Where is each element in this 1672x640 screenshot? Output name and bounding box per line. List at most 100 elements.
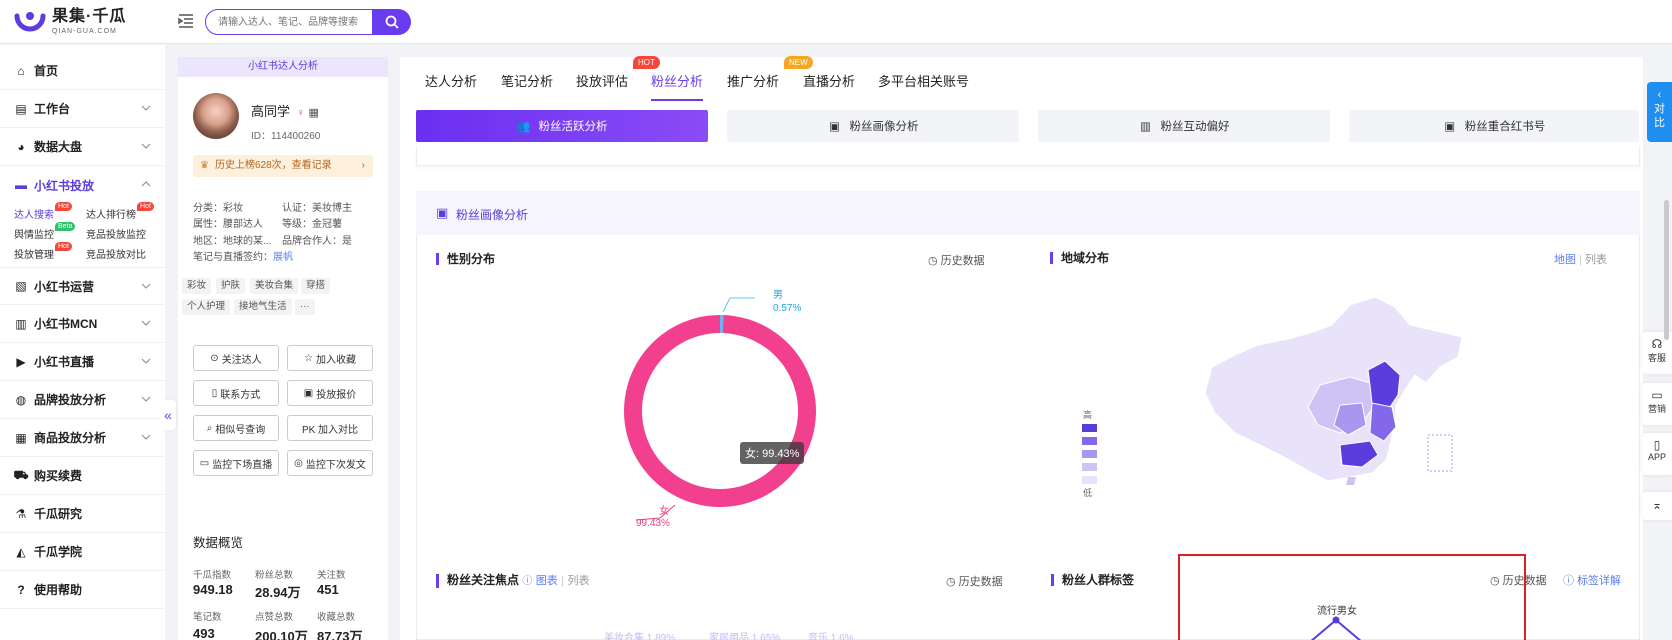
brand-name: 果集·千瓜: [52, 8, 127, 25]
follow-button[interactable]: ⊙ 关注达人: [193, 345, 279, 371]
sidebar-item-academy[interactable]: ◭ 千瓜学院: [0, 533, 165, 571]
female-slice[interactable]: [624, 315, 816, 507]
tab-fans[interactable]: 粉丝分析: [651, 71, 703, 90]
sidebar-item-research[interactable]: ⚗ 千瓜研究: [0, 495, 165, 533]
region-legend: [1082, 424, 1097, 484]
gender-history-link[interactable]: ◷ 历史数据: [928, 252, 985, 268]
tab-notes[interactable]: 笔记分析: [501, 71, 553, 90]
chevron-down-icon: [141, 396, 151, 402]
field-brand-partner: 品牌合作人：是: [282, 236, 352, 247]
menu-toggle-icon[interactable]: [178, 13, 194, 29]
info-icon[interactable]: ⓘ: [522, 576, 532, 587]
favorite-button[interactable]: ☆ 加入收藏: [287, 345, 373, 371]
hot-badge: HOT: [633, 56, 660, 69]
male-value: 0.57%: [773, 303, 801, 314]
eye-icon: ⊙: [210, 352, 219, 364]
quote-button[interactable]: ▣ 投放报价: [287, 380, 373, 406]
subitem-sentiment[interactable]: 舆情监控Beta: [14, 222, 76, 241]
monitor-post-button[interactable]: ◎ 监控下次发文: [287, 450, 373, 476]
list-view-link[interactable]: 列表: [568, 575, 590, 587]
cap-icon: ◭: [16, 544, 26, 559]
highlight-box: [1178, 554, 1526, 640]
tag[interactable]: 美妆合集: [250, 278, 299, 294]
subtab-fan-interaction[interactable]: ▥ 粉丝互动偏好: [1038, 110, 1330, 142]
sidebar-collapse-button[interactable]: «: [160, 400, 176, 430]
similar-search-button[interactable]: ⌕ 相似号查询: [193, 415, 279, 441]
tag[interactable]: 护肤: [216, 278, 246, 294]
subitem-ad-manage[interactable]: 投放管理Hot: [14, 242, 72, 261]
search-input[interactable]: [205, 9, 373, 35]
tag[interactable]: 个人护理: [182, 299, 231, 315]
sidebar-item-xhs-ads[interactable]: ▬ 小红书投放: [0, 166, 165, 204]
subtab-fan-portrait[interactable]: ▣ 粉丝画像分析: [727, 110, 1019, 142]
sidebar-item-purchase[interactable]: ⛟ 购买续费: [0, 457, 165, 495]
search-icon: [385, 15, 399, 29]
sidebar-item-data[interactable]: ◕ 数据大盘: [0, 128, 165, 166]
map-view-link[interactable]: 地图: [1554, 254, 1576, 266]
legend-swatch: [1082, 437, 1097, 445]
male-label: 男: [773, 289, 783, 301]
gender-donut-chart: 男 0.57% 女 99.43% 女: 99.43%: [624, 289, 816, 529]
subitem-competitor-compare[interactable]: 竞品投放对比: [86, 246, 146, 261]
history-rank-link[interactable]: ♛ 历史上榜628次，查看记录 ›: [193, 155, 373, 177]
subitem-influencer-search[interactable]: 达人搜索Hot: [14, 202, 72, 221]
crowd-title: 粉丝人群标签: [1051, 574, 1134, 586]
app-button[interactable]: ▯ APP: [1642, 433, 1672, 475]
contact-button[interactable]: ▯ 联系方式: [193, 380, 279, 406]
pk-compare-button[interactable]: PK 加入对比: [287, 415, 373, 441]
tooltip-text: 女: 99.43%: [745, 446, 800, 460]
brand-logo[interactable]: 果集·千瓜 QIAN-GUA.COM: [14, 8, 126, 36]
building-icon: ▥: [15, 316, 27, 331]
compare-float-button[interactable]: ‹ 对比: [1647, 82, 1672, 142]
home-icon: ⌂: [17, 63, 25, 78]
monitor-live-button[interactable]: ▭ 监控下场直播: [193, 450, 279, 476]
focus-word: 音乐 1.6%: [808, 633, 854, 640]
search-icon: ⌕: [206, 422, 213, 434]
sidebar-item-help[interactable]: ? 使用帮助: [0, 571, 165, 609]
back-to-top-button[interactable]: ⌅: [1642, 492, 1672, 520]
subtab-fan-activity[interactable]: 👥 粉丝活跃分析: [416, 110, 708, 142]
scrollbar-thumb[interactable]: [1664, 200, 1669, 340]
avatar[interactable]: [193, 93, 239, 139]
sign-link[interactable]: 展帆: [273, 252, 293, 263]
tag[interactable]: 穿搭: [301, 278, 331, 294]
focus-history-link[interactable]: ◷ 历史数据: [946, 573, 1003, 589]
sidebar-item-workbench[interactable]: ▤ 工作台: [0, 90, 165, 128]
influencer-name: 高同学 ♀ ▦: [251, 104, 319, 119]
female-value: 99.43%: [636, 518, 670, 529]
profile-panel: 小红书达人分析 高同学 ♀ ▦ ID：114400260 ♛ 历史上榜628次，…: [178, 57, 388, 640]
sidebar-item-home[interactable]: ⌂ 首页: [0, 52, 165, 90]
monitor-icon: ▭: [1651, 388, 1663, 402]
sidebar-item-xhs-live[interactable]: ▶ 小红书直播: [0, 343, 165, 381]
tag-more[interactable]: ···: [295, 299, 315, 315]
sidebar-item-xhs-mcn[interactable]: ▥ 小红书MCN: [0, 305, 165, 343]
help-icon: ?: [17, 582, 25, 597]
sidebar-item-xhs-ops[interactable]: ▧ 小红书运营: [0, 267, 165, 305]
focus-word: 家居用品 1.65%: [709, 633, 781, 640]
tab-evaluation[interactable]: 投放评估: [576, 71, 628, 90]
legend-swatch: [1082, 463, 1097, 471]
marketing-button[interactable]: ▭ 营销: [1642, 383, 1672, 425]
history-icon: ◷: [946, 576, 956, 588]
sidebar-item-brand-analysis[interactable]: ◍ 品牌投放分析: [0, 381, 165, 419]
list-view-link[interactable]: 列表: [1585, 254, 1607, 266]
tab-multi-platform[interactable]: 多平台相关账号: [878, 71, 969, 90]
activity-card-bottom: [416, 146, 1640, 166]
stat-label: 收藏总数: [317, 612, 356, 623]
tag-detail-link[interactable]: ⓘ 标签详解: [1563, 572, 1621, 588]
chart-view-link[interactable]: 图表: [536, 575, 558, 587]
sidebar-item-product-analysis[interactable]: ▦ 商品投放分析: [0, 419, 165, 457]
qrcode-icon[interactable]: ▦: [309, 107, 319, 119]
subtab-fan-overlap[interactable]: ▣ 粉丝重合红书号: [1349, 110, 1639, 142]
tab-live[interactable]: 直播分析: [803, 71, 855, 90]
tab-influencer[interactable]: 达人分析: [425, 71, 477, 90]
chevron-down-icon: [141, 105, 151, 111]
subitem-ranking[interactable]: 达人排行榜Hot: [86, 202, 154, 221]
tag[interactable]: 彩妆: [182, 278, 212, 294]
legend-swatch: [1082, 450, 1097, 458]
search-button[interactable]: [373, 9, 411, 35]
history-icon: ◷: [928, 255, 938, 267]
subitem-competitor-monitor[interactable]: 竞品投放监控: [86, 226, 146, 241]
tab-promotion[interactable]: 推广分析: [727, 71, 779, 90]
tag[interactable]: 接地气生活: [234, 299, 292, 315]
